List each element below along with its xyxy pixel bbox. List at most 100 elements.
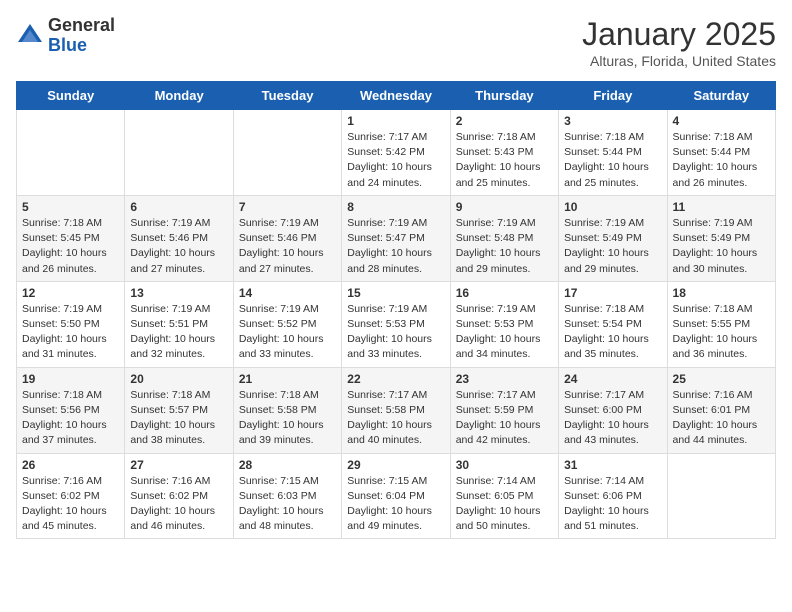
day-cell: 19 Sunrise: 7:18 AM Sunset: 5:56 PM Dayl… <box>17 367 125 453</box>
day-cell: 10 Sunrise: 7:19 AM Sunset: 5:49 PM Dayl… <box>559 195 667 281</box>
day-info: Sunrise: 7:17 AM Sunset: 5:59 PM Dayligh… <box>456 388 553 449</box>
sunrise-text: Sunrise: 7:18 AM <box>564 131 644 143</box>
logo-icon <box>16 22 44 50</box>
sunset-text: Sunset: 6:06 PM <box>564 490 642 502</box>
day-number: 20 <box>130 372 227 386</box>
day-info: Sunrise: 7:16 AM Sunset: 6:02 PM Dayligh… <box>22 474 119 535</box>
day-cell: 17 Sunrise: 7:18 AM Sunset: 5:54 PM Dayl… <box>559 281 667 367</box>
daylight-text: Daylight: 10 hours and 39 minutes. <box>239 419 324 446</box>
weekday-header-thursday: Thursday <box>450 82 558 110</box>
day-info: Sunrise: 7:18 AM Sunset: 5:44 PM Dayligh… <box>673 130 770 191</box>
day-info: Sunrise: 7:18 AM Sunset: 5:57 PM Dayligh… <box>130 388 227 449</box>
daylight-text: Daylight: 10 hours and 48 minutes. <box>239 505 324 532</box>
sunset-text: Sunset: 5:59 PM <box>456 404 534 416</box>
daylight-text: Daylight: 10 hours and 34 minutes. <box>456 333 541 360</box>
sunset-text: Sunset: 5:43 PM <box>456 146 534 158</box>
sunset-text: Sunset: 5:46 PM <box>130 232 208 244</box>
day-info: Sunrise: 7:19 AM Sunset: 5:51 PM Dayligh… <box>130 302 227 363</box>
day-info: Sunrise: 7:18 AM Sunset: 5:54 PM Dayligh… <box>564 302 661 363</box>
day-cell: 28 Sunrise: 7:15 AM Sunset: 6:03 PM Dayl… <box>233 453 341 539</box>
day-cell: 18 Sunrise: 7:18 AM Sunset: 5:55 PM Dayl… <box>667 281 775 367</box>
day-cell: 3 Sunrise: 7:18 AM Sunset: 5:44 PM Dayli… <box>559 110 667 196</box>
logo: General Blue <box>16 16 115 56</box>
day-info: Sunrise: 7:16 AM Sunset: 6:01 PM Dayligh… <box>673 388 770 449</box>
sunrise-text: Sunrise: 7:19 AM <box>130 303 210 315</box>
day-number: 14 <box>239 286 336 300</box>
daylight-text: Daylight: 10 hours and 26 minutes. <box>22 247 107 274</box>
sunset-text: Sunset: 5:51 PM <box>130 318 208 330</box>
weekday-header-saturday: Saturday <box>667 82 775 110</box>
day-cell: 1 Sunrise: 7:17 AM Sunset: 5:42 PM Dayli… <box>342 110 450 196</box>
day-info: Sunrise: 7:19 AM Sunset: 5:46 PM Dayligh… <box>239 216 336 277</box>
sunset-text: Sunset: 5:49 PM <box>673 232 751 244</box>
logo-general: General <box>48 15 115 35</box>
day-cell: 13 Sunrise: 7:19 AM Sunset: 5:51 PM Dayl… <box>125 281 233 367</box>
day-number: 7 <box>239 200 336 214</box>
day-info: Sunrise: 7:17 AM Sunset: 6:00 PM Dayligh… <box>564 388 661 449</box>
sunset-text: Sunset: 5:48 PM <box>456 232 534 244</box>
day-number: 25 <box>673 372 770 386</box>
day-info: Sunrise: 7:18 AM Sunset: 5:45 PM Dayligh… <box>22 216 119 277</box>
day-number: 24 <box>564 372 661 386</box>
daylight-text: Daylight: 10 hours and 29 minutes. <box>456 247 541 274</box>
weekday-header-tuesday: Tuesday <box>233 82 341 110</box>
sunset-text: Sunset: 5:56 PM <box>22 404 100 416</box>
daylight-text: Daylight: 10 hours and 32 minutes. <box>130 333 215 360</box>
sunset-text: Sunset: 5:46 PM <box>239 232 317 244</box>
sunrise-text: Sunrise: 7:17 AM <box>564 389 644 401</box>
day-info: Sunrise: 7:18 AM Sunset: 5:44 PM Dayligh… <box>564 130 661 191</box>
sunrise-text: Sunrise: 7:19 AM <box>456 303 536 315</box>
page-header: General Blue January 2025 Alturas, Flori… <box>16 16 776 69</box>
day-number: 5 <box>22 200 119 214</box>
day-cell: 2 Sunrise: 7:18 AM Sunset: 5:43 PM Dayli… <box>450 110 558 196</box>
sunrise-text: Sunrise: 7:14 AM <box>564 475 644 487</box>
day-number: 22 <box>347 372 444 386</box>
day-number: 2 <box>456 114 553 128</box>
sunrise-text: Sunrise: 7:19 AM <box>564 217 644 229</box>
week-row-5: 26 Sunrise: 7:16 AM Sunset: 6:02 PM Dayl… <box>17 453 776 539</box>
sunrise-text: Sunrise: 7:19 AM <box>22 303 102 315</box>
sunset-text: Sunset: 5:50 PM <box>22 318 100 330</box>
sunset-text: Sunset: 6:02 PM <box>130 490 208 502</box>
sunrise-text: Sunrise: 7:15 AM <box>347 475 427 487</box>
day-cell: 16 Sunrise: 7:19 AM Sunset: 5:53 PM Dayl… <box>450 281 558 367</box>
day-number: 19 <box>22 372 119 386</box>
sunset-text: Sunset: 5:45 PM <box>22 232 100 244</box>
day-info: Sunrise: 7:14 AM Sunset: 6:05 PM Dayligh… <box>456 474 553 535</box>
daylight-text: Daylight: 10 hours and 45 minutes. <box>22 505 107 532</box>
sunset-text: Sunset: 5:42 PM <box>347 146 425 158</box>
sunset-text: Sunset: 5:57 PM <box>130 404 208 416</box>
sunrise-text: Sunrise: 7:14 AM <box>456 475 536 487</box>
day-info: Sunrise: 7:19 AM Sunset: 5:50 PM Dayligh… <box>22 302 119 363</box>
day-cell: 8 Sunrise: 7:19 AM Sunset: 5:47 PM Dayli… <box>342 195 450 281</box>
sunrise-text: Sunrise: 7:16 AM <box>22 475 102 487</box>
daylight-text: Daylight: 10 hours and 42 minutes. <box>456 419 541 446</box>
day-number: 16 <box>456 286 553 300</box>
week-row-2: 5 Sunrise: 7:18 AM Sunset: 5:45 PM Dayli… <box>17 195 776 281</box>
day-info: Sunrise: 7:19 AM Sunset: 5:47 PM Dayligh… <box>347 216 444 277</box>
day-number: 21 <box>239 372 336 386</box>
weekday-header-sunday: Sunday <box>17 82 125 110</box>
sunset-text: Sunset: 5:53 PM <box>347 318 425 330</box>
daylight-text: Daylight: 10 hours and 46 minutes. <box>130 505 215 532</box>
day-cell <box>667 453 775 539</box>
day-info: Sunrise: 7:16 AM Sunset: 6:02 PM Dayligh… <box>130 474 227 535</box>
day-cell: 25 Sunrise: 7:16 AM Sunset: 6:01 PM Dayl… <box>667 367 775 453</box>
calendar-subtitle: Alturas, Florida, United States <box>582 53 776 69</box>
sunset-text: Sunset: 5:44 PM <box>673 146 751 158</box>
day-cell: 4 Sunrise: 7:18 AM Sunset: 5:44 PM Dayli… <box>667 110 775 196</box>
day-cell: 24 Sunrise: 7:17 AM Sunset: 6:00 PM Dayl… <box>559 367 667 453</box>
daylight-text: Daylight: 10 hours and 35 minutes. <box>564 333 649 360</box>
day-cell: 11 Sunrise: 7:19 AM Sunset: 5:49 PM Dayl… <box>667 195 775 281</box>
day-number: 1 <box>347 114 444 128</box>
day-number: 6 <box>130 200 227 214</box>
day-cell <box>17 110 125 196</box>
calendar-header: SundayMondayTuesdayWednesdayThursdayFrid… <box>17 82 776 110</box>
day-cell: 31 Sunrise: 7:14 AM Sunset: 6:06 PM Dayl… <box>559 453 667 539</box>
daylight-text: Daylight: 10 hours and 40 minutes. <box>347 419 432 446</box>
day-info: Sunrise: 7:19 AM Sunset: 5:46 PM Dayligh… <box>130 216 227 277</box>
logo-blue: Blue <box>48 35 87 55</box>
sunset-text: Sunset: 5:47 PM <box>347 232 425 244</box>
day-number: 8 <box>347 200 444 214</box>
sunrise-text: Sunrise: 7:19 AM <box>673 217 753 229</box>
